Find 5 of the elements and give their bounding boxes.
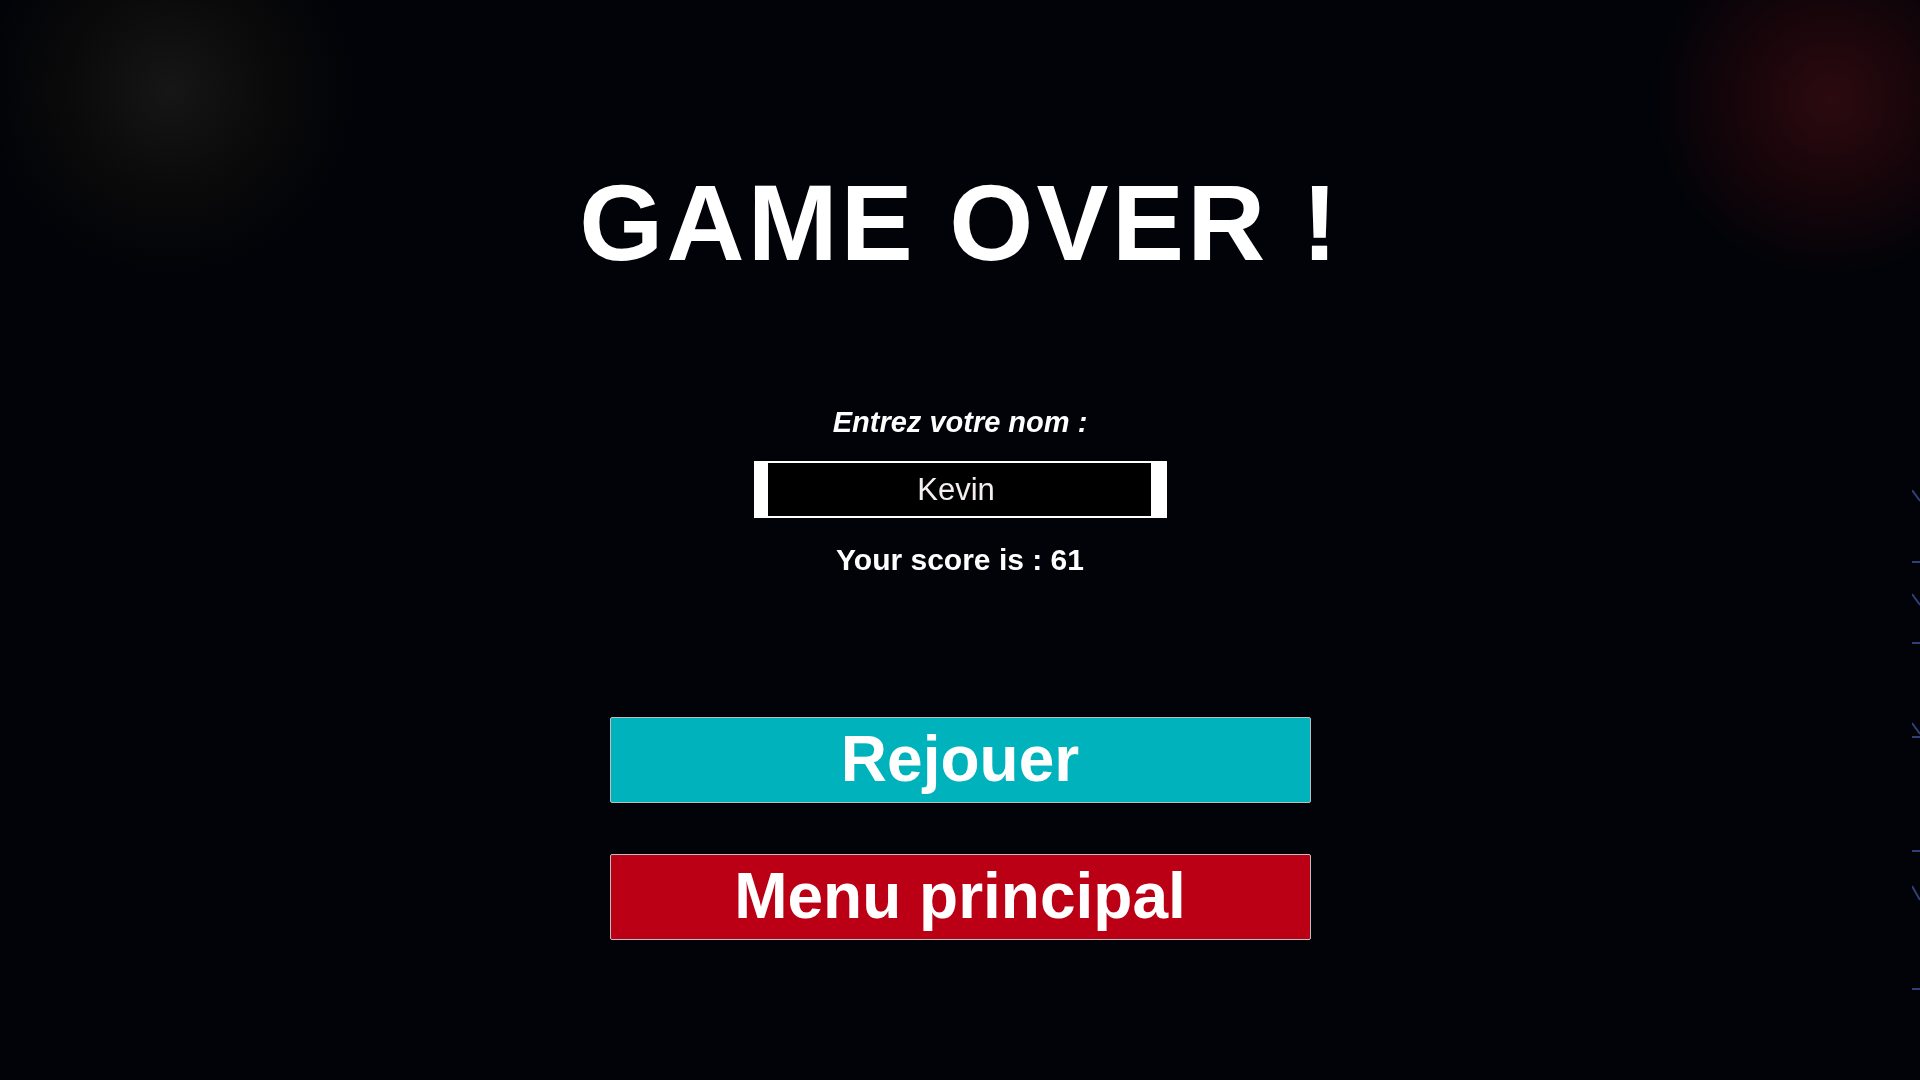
name-prompt-label: Entrez votre nom : [832,408,1088,437]
name-input[interactable]: Kevin [753,461,1167,518]
game-over-title: GAME OVER ! [579,169,1341,277]
score-text: Your score is : 61 [836,545,1084,575]
main-menu-button[interactable]: Menu principal [609,854,1311,940]
